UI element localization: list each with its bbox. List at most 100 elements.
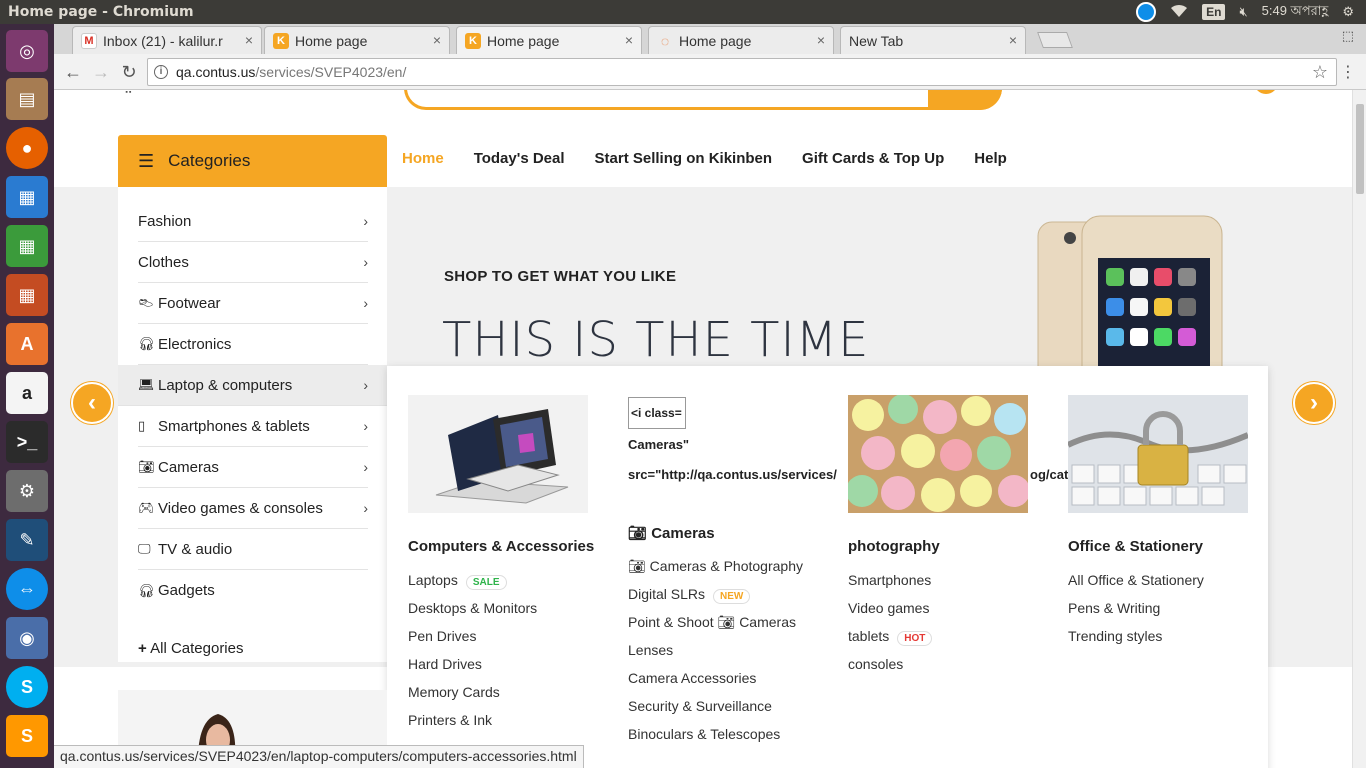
menu-link-all-office[interactable]: All Office & Stationery	[1068, 572, 1204, 588]
nav-start-selling[interactable]: Start Selling on Kikinben	[595, 150, 773, 167]
category-item-footwear[interactable]: 👞︎ Footwear ›	[138, 283, 368, 324]
close-icon[interactable]: ×	[817, 32, 825, 48]
chevron-right-icon: ›	[363, 459, 368, 475]
window-menu-icon[interactable]: ⬚	[1342, 28, 1354, 44]
firefox-icon[interactable]: ●	[6, 127, 48, 169]
terminal-icon[interactable]: >_	[6, 421, 48, 463]
menu-link-consoles[interactable]: consoles	[848, 656, 903, 672]
menu-link-tablets[interactable]: tablets HOT	[848, 628, 933, 646]
cart-count-badge[interactable]	[1254, 90, 1278, 94]
laptops-image[interactable]	[408, 395, 588, 513]
libreoffice-impress-icon[interactable]: ▦	[6, 274, 48, 316]
menu-link-desktops[interactable]: Desktops & Monitors	[408, 600, 537, 616]
scrollbar-thumb[interactable]	[1356, 104, 1364, 194]
libreoffice-writer-icon[interactable]: ▦	[6, 176, 48, 218]
files-icon[interactable]: ▤	[6, 78, 48, 120]
nav-help[interactable]: Help	[974, 150, 1007, 167]
categories-header[interactable]: ☰ Categories	[118, 135, 387, 187]
software-center-icon[interactable]: A	[6, 323, 48, 365]
keyboard-layout-indicator[interactable]: En	[1202, 4, 1226, 20]
dash-ubuntu-icon[interactable]: ◎	[6, 30, 48, 72]
address-bar[interactable]: i qa.contus.us/services/SVEP4023/en/ ☆	[147, 58, 1337, 86]
forward-arrow-icon[interactable]: →	[91, 62, 111, 82]
menu-link-point-shoot[interactable]: Point & Shoot 📷︎ Cameras	[628, 614, 796, 631]
browser-menu-icon[interactable]: ⋮	[1340, 62, 1356, 82]
search-button[interactable]	[928, 90, 1002, 110]
tab-new-tab[interactable]: New Tab ×	[840, 26, 1026, 54]
tab-home-page-1[interactable]: K Home page ×	[264, 26, 450, 54]
tab-inbox[interactable]: M Inbox (21) - kalilur.r ×	[72, 26, 262, 54]
menu-link-camera-accessories[interactable]: Camera Accessories	[628, 670, 756, 686]
carousel-next-arrow-icon[interactable]: ›	[1293, 382, 1335, 424]
categories-header-label: Categories	[168, 151, 251, 170]
bookmark-star-icon[interactable]: ☆	[1312, 62, 1328, 83]
menu-heading-computers[interactable]: Computers & Accessories	[408, 538, 594, 555]
new-tab-button[interactable]	[1037, 32, 1073, 48]
menu-link-laptops[interactable]: Laptops SALE	[408, 572, 507, 590]
category-label: Clothes	[138, 253, 189, 271]
category-item-tv-audio[interactable]: 🖵︎ TV & audio	[138, 529, 368, 570]
category-item-electronics[interactable]: 🎧︎ Electronics	[138, 324, 368, 365]
raw-html-src-text: src="http://qa.contus.us/services/	[628, 467, 837, 482]
reload-icon[interactable]: ↻	[119, 62, 139, 82]
clock[interactable]: 5:49 অপরাহ্ণ	[1262, 2, 1329, 23]
teamviewer-tray-icon[interactable]	[1136, 2, 1157, 22]
menu-link-printers[interactable]: Printers & Ink	[408, 712, 492, 728]
chevron-right-icon: ›	[363, 377, 368, 393]
candy-hearts-image[interactable]	[848, 395, 1028, 513]
address-url[interactable]: qa.contus.us/services/SVEP4023/en/	[176, 64, 406, 80]
menu-link-trending-styles[interactable]: Trending styles	[1068, 628, 1162, 644]
category-label: Smartphones & tablets	[158, 417, 310, 435]
nav-home[interactable]: Home	[402, 150, 444, 167]
tab-home-page-loading[interactable]: ◌ Home page ×	[648, 26, 834, 54]
category-item-smartphones[interactable]: ▯ Smartphones & tablets ›	[138, 406, 368, 447]
system-settings-icon[interactable]: ⚙	[6, 470, 48, 512]
teamviewer-icon[interactable]: ⇔	[6, 568, 48, 610]
tab-home-page-active[interactable]: K Home page ×	[456, 26, 642, 54]
category-item-video-games[interactable]: 🎮︎ Video games & consoles ›	[138, 488, 368, 529]
category-item-laptop-computers[interactable]: 💻︎ Laptop & computers ›	[118, 365, 387, 406]
sublime-text-icon[interactable]: S	[6, 715, 48, 757]
menu-link-hard-drives[interactable]: Hard Drives	[408, 656, 482, 672]
close-icon[interactable]: ×	[625, 32, 633, 48]
menu-link-lenses[interactable]: Lenses	[628, 642, 673, 658]
menu-link-pen-drives[interactable]: Pen Drives	[408, 628, 476, 644]
menu-heading-photography[interactable]: photography	[848, 538, 940, 555]
menu-heading-cameras[interactable]: 📷︎ Cameras	[628, 524, 715, 542]
nav-todays-deal[interactable]: Today's Deal	[474, 150, 565, 167]
nav-gift-cards[interactable]: Gift Cards & Top Up	[802, 150, 944, 167]
chromium-icon[interactable]: ◉	[6, 617, 48, 659]
keyboard-padlock-image[interactable]	[1068, 395, 1248, 513]
menu-link-smartphones[interactable]: Smartphones	[848, 572, 931, 588]
all-categories-link[interactable]: + All Categories	[138, 640, 244, 657]
menu-link-binoculars[interactable]: Binoculars & Telescopes	[628, 726, 780, 742]
close-icon[interactable]: ×	[433, 32, 441, 48]
system-menu-gear-icon[interactable]: ⚙	[1342, 4, 1354, 20]
menu-link-video-games[interactable]: Video games	[848, 600, 929, 616]
menu-link-pens-writing[interactable]: Pens & Writing	[1068, 600, 1160, 616]
wifi-icon[interactable]	[1170, 4, 1188, 21]
category-item-cameras[interactable]: 📷︎ Cameras ›	[138, 447, 368, 488]
chevron-right-icon: ›	[363, 295, 368, 311]
web-page: ⠒ ☰ Categories Home Today's Deal Start S…	[54, 90, 1352, 768]
menu-link-memory-cards[interactable]: Memory Cards	[408, 684, 500, 700]
skype-icon[interactable]: S	[6, 666, 48, 708]
back-arrow-icon[interactable]: ←	[63, 62, 83, 82]
menu-heading-office[interactable]: Office & Stationery	[1068, 538, 1203, 555]
carousel-prev-arrow-icon[interactable]: ‹	[71, 382, 113, 424]
mysql-workbench-icon[interactable]: ✎	[6, 519, 48, 561]
site-info-icon[interactable]: i	[154, 65, 168, 79]
close-icon[interactable]: ×	[1009, 32, 1017, 48]
libreoffice-calc-icon[interactable]: ▦	[6, 225, 48, 267]
category-item-clothes[interactable]: Clothes ›	[138, 242, 368, 283]
menu-link-security[interactable]: Security & Surveillance	[628, 698, 772, 714]
category-item-fashion[interactable]: Fashion ›	[138, 201, 368, 242]
close-icon[interactable]: ×	[245, 32, 253, 48]
category-item-gadgets[interactable]: 🎧︎ Gadgets	[138, 570, 368, 611]
volume-muted-icon[interactable]: 🔇︎	[1239, 4, 1247, 20]
menu-link-cameras-photography[interactable]: 📷︎ Cameras & Photography	[628, 558, 803, 575]
amazon-icon[interactable]: a	[6, 372, 48, 414]
search-bar[interactable]	[404, 90, 1002, 110]
page-scrollbar[interactable]	[1352, 90, 1366, 768]
menu-link-digital-slrs[interactable]: Digital SLRs NEW	[628, 586, 751, 604]
